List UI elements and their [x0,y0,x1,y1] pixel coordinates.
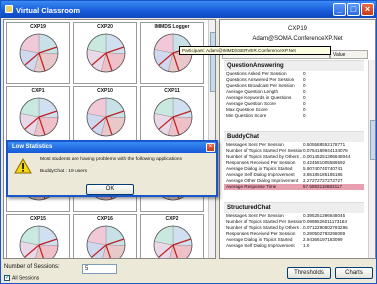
charts-button[interactable]: Charts [335,267,373,279]
stat-value: 1.0 [303,243,310,248]
dialog-users: BuddyChat : 19 users [40,169,88,174]
low-statistics-dialog: Low Statistics × Most students are havin… [6,140,218,197]
pie-chart-icon [86,97,126,137]
stat-row[interactable]: Min Question Score 0 [224,113,364,119]
ok-button[interactable]: OK [86,184,134,195]
app-icon [5,5,13,13]
cell-label: CXP11 [164,88,180,94]
cell-label: CXP2 [165,216,179,222]
cell-label: CXP10 [97,88,113,94]
participant-cell[interactable]: CXP1 [6,86,70,148]
close-button[interactable]: × [361,3,374,16]
participant-cell[interactable]: CXP16 [73,214,137,258]
participant-cell[interactable]: CXP20 [73,22,137,84]
details-panel: CXP19 Adam@SOMA.ConferenceXP.Net Value Q… [219,19,376,259]
pie-chart-icon [153,97,193,137]
participant-cell[interactable]: CXP10 [73,86,137,148]
participant-cell[interactable]: CXP2 [140,214,204,258]
sessions-input[interactable]: 5 [82,264,117,274]
pie-chart-icon [19,225,59,258]
warning-icon [14,158,32,174]
participant-cell[interactable]: CXP15 [6,214,70,258]
cell-label: IMMDS Logger [154,24,190,30]
app-window: Virtual Classroom _ □ × CXP19 CXP20 IMMDS … [0,0,377,284]
grid-scrollbar[interactable] [208,20,215,258]
dialog-title: Low Statistics [8,142,216,153]
stat-value: 57.6883116883117 [303,184,342,189]
cell-label: CXP19 [30,24,46,30]
cell-label: CXP1 [31,88,45,94]
section-questionanswering: QuestionAnswering Questions Asked Per Se… [224,60,364,119]
maximize-button[interactable]: □ [347,3,360,16]
participant-cell[interactable]: CXP19 [6,22,70,84]
stat-row[interactable]: Average Self Dialog Improvement 1.0 [224,243,364,249]
stat-name: Min Question Score [226,113,267,118]
section-buddychat: BuddyChat Messages Sent Per Session 0.505… [224,131,364,190]
title-bar: Virtual Classroom _ □ × [1,1,376,18]
pie-chart-icon [19,33,59,73]
stat-value: 0 [303,113,306,118]
section-title[interactable]: BuddyChat [224,131,364,142]
all-sessions-checkbox[interactable]: ✓ All Sessions [4,275,39,281]
panel-title: CXP19 [287,26,307,32]
stat-name: Average Response Time [226,184,277,189]
participant-tooltip: Participant: Adam@IMMDSSERVER.Conference… [179,46,331,55]
section-structuredchat: StructuredChat Messages Sent Per Session… [224,202,364,249]
panel-subtitle: Adam@SOMA.ConferenceXP.Net [252,36,343,42]
cell-label: CXP16 [97,216,113,222]
pie-chart-icon [86,33,126,73]
checkbox-check-icon: ✓ [4,275,11,281]
dialog-close-button[interactable]: × [206,143,215,152]
panel-scrollbar[interactable] [368,60,375,258]
cell-label: CXP15 [30,216,46,222]
cell-label: CXP20 [97,24,113,30]
dialog-message: Most students are having problems with t… [40,157,182,162]
section-title[interactable]: StructuredChat [224,202,364,213]
sessions-label: Number of Sessions: [4,264,60,270]
participant-grid: CXP19 CXP20 IMMDS Logger CXP1 CXP10 CXP11 CXP1… [3,19,216,259]
section-title[interactable]: QuestionAnswering [224,60,364,71]
stat-row[interactable]: Average Response Time 57.6883116883117 [224,184,364,190]
pie-chart-icon [153,225,193,258]
thresholds-button[interactable]: Thresholds [287,267,331,279]
pie-chart-icon [19,97,59,137]
participant-cell[interactable]: CXP11 [140,86,204,148]
window-title: Virtual Classroom [16,6,81,15]
pie-chart-icon [86,225,126,258]
stat-name: Average Self Dialog Improvement [226,243,295,248]
minimize-button[interactable]: _ [333,3,346,16]
column-header-value[interactable]: Value [330,50,368,59]
all-sessions-label: All Sessions [12,275,40,282]
